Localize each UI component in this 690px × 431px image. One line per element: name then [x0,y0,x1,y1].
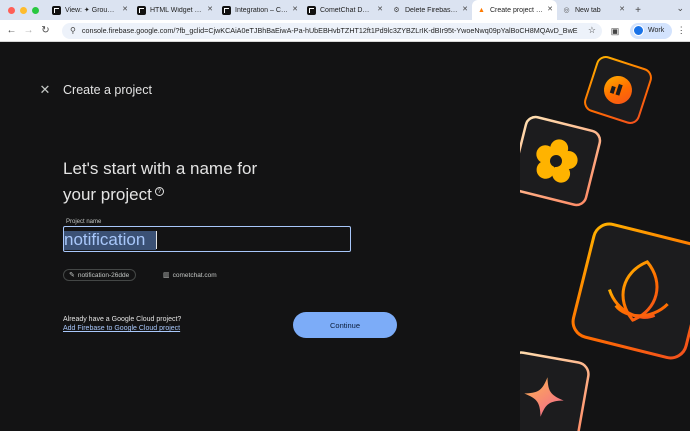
close-icon[interactable]: ✕ [377,5,383,13]
create-project-page: ✕ Create a project Let's start with a na… [0,43,690,431]
continue-button[interactable]: Continue [293,312,397,338]
close-icon[interactable]: ✕ [207,5,213,13]
reload-button[interactable]: ↻ [37,25,54,36]
back-button[interactable]: ← [3,25,20,36]
close-icon[interactable]: ✕ [462,5,468,13]
project-name-label: Project name [65,219,103,225]
cometchat-icon [52,5,61,15]
tab-label: CometChat Dashb... [320,6,373,14]
profile-button[interactable]: Work [630,22,673,39]
close-icon[interactable]: ✕ [547,5,553,13]
sparkle-tile [520,351,590,431]
cometchat-icon [222,5,231,15]
avatar [633,25,644,36]
close-icon[interactable]: ✕ [292,5,298,13]
tab-label: HTML Widget Buil... [150,6,203,14]
tab-label: New tab [575,6,601,14]
gear-icon: ⚙ [393,6,400,14]
globe-icon: ◎ [563,6,570,14]
new-tab-button[interactable]: + [629,5,647,16]
tab-search-icon[interactable]: ⌄ [676,3,684,14]
project-name-field[interactable]: Project name [63,219,351,252]
tab-create-project[interactable]: ▲ Create project – F... ✕ [472,0,557,20]
browser-window: View: ✦ Group Ch... ✕ HTML Widget Buil..… [0,0,690,431]
help-icon[interactable]: ? [154,187,164,196]
tab-html-widget[interactable]: HTML Widget Buil... ✕ [132,0,217,20]
tab-label: Create project – F... [490,6,543,14]
extensions-icon[interactable]: ▣ [608,24,622,38]
browser-menu-icon[interactable]: ⋮ [675,25,687,36]
project-name-input[interactable] [64,227,350,251]
cometchat-icon [307,5,316,15]
browser-toolbar: ← → ↻ ⚲ console.firebase.google.com/?fb_… [0,20,690,42]
heading-line-2: your project [63,185,152,204]
organization-icon: ▥ [163,272,170,279]
profile-label: Work [648,27,665,34]
page-title: Create a project [63,83,152,97]
maximize-window-button[interactable] [32,6,39,14]
decorative-illustration [520,43,690,431]
add-firebase-to-cloud-link[interactable]: Add Firebase to Google Cloud project [63,325,180,332]
flower-tile [520,115,602,207]
url-text: console.firebase.google.com/?fb_gclid=Cj… [81,26,578,35]
tab-strip: View: ✦ Group Ch... ✕ HTML Widget Buil..… [0,0,690,20]
cometchat-icon [137,5,146,15]
project-id-text: notification-26dde [77,271,130,279]
forward-button[interactable]: → [20,25,37,36]
tabs: View: ✦ Group Ch... ✕ HTML Widget Buil..… [47,0,690,20]
project-id-chip[interactable]: ✎ notification-26dde [63,269,137,281]
leaf-tile [571,222,690,360]
decorative-tiles [520,56,690,431]
analytics-tile [584,56,652,124]
edit-pencil-icon: ✎ [69,272,75,279]
tab-cometchat-dashboard[interactable]: CometChat Dashb... ✕ [302,0,387,20]
address-bar[interactable]: ⚲ console.firebase.google.com/?fb_gclid=… [62,22,602,39]
close-window-button[interactable] [8,6,15,14]
domain-chip: ▥ cometchat.com [157,269,224,281]
site-info-icon[interactable]: ⚲ [70,26,76,35]
page-heading: Let's start with a name for your project… [63,156,303,208]
close-icon[interactable]: ✕ [122,5,128,13]
tab-label: View: ✦ Group Ch... [65,7,118,14]
tab-integration[interactable]: Integration – Con... ✕ [217,0,302,20]
bookmark-star-icon[interactable]: ☆ [582,25,602,36]
close-icon[interactable]: ✕ [619,5,625,13]
tab-label: Delete Firebase p... [405,6,458,14]
tab-delete-firebase[interactable]: ⚙ Delete Firebase p... ✕ [387,0,472,20]
text-caret [156,231,157,249]
tab-new-tab[interactable]: ◎ New tab ✕ [557,0,629,20]
tab-group-chat[interactable]: View: ✦ Group Ch... ✕ [47,0,132,20]
domain-text: cometchat.com [172,271,217,279]
firebase-icon: ▲ [478,6,485,14]
tab-label: Integration – Con... [235,6,288,14]
minimize-window-button[interactable] [20,6,27,14]
window-controls [0,0,47,20]
cloud-question: Already have a Google Cloud project? [63,316,182,323]
close-icon[interactable]: ✕ [38,83,52,97]
heading-line-1: Let's start with a name for [63,159,258,178]
